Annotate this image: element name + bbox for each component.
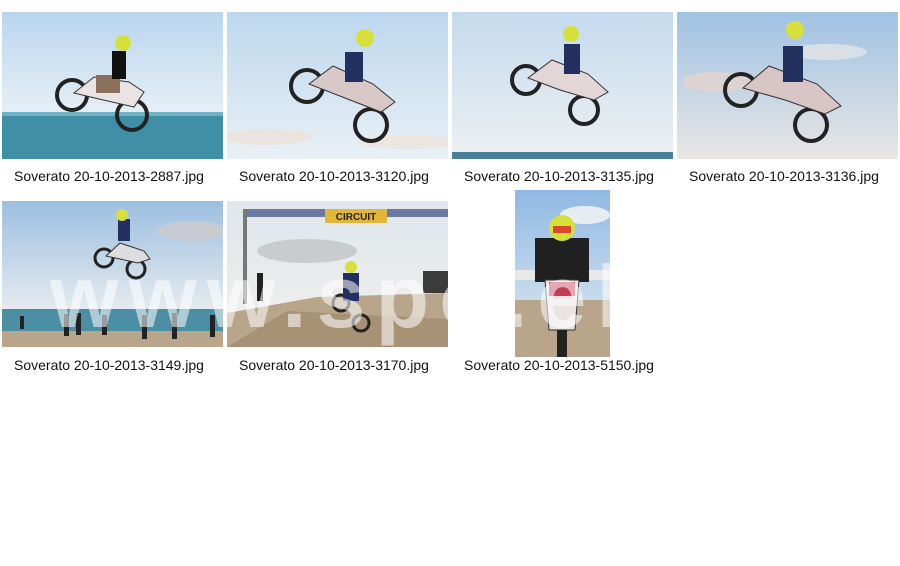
thumbnail-caption[interactable]: Soverato 20-10-2013-3149.jpg — [14, 357, 204, 373]
photo-2887 — [2, 12, 223, 159]
thumbnail-caption[interactable]: Soverato 20-10-2013-3136.jpg — [689, 168, 879, 184]
photo-3136 — [677, 12, 898, 159]
thumbnail-caption[interactable]: Soverato 20-10-2013-2887.jpg — [14, 168, 204, 184]
thumbnail-3136[interactable] — [677, 12, 898, 159]
thumbnail-5150[interactable] — [515, 190, 610, 357]
banner-text: CIRCUIT — [336, 212, 377, 223]
thumbnail-caption[interactable]: Soverato 20-10-2013-5150.jpg — [464, 357, 654, 373]
thumbnail-caption[interactable]: Soverato 20-10-2013-3135.jpg — [464, 168, 654, 184]
photo-3170: CIRCUIT — [227, 201, 448, 347]
thumbnail-3135[interactable] — [452, 12, 673, 159]
photo-3135 — [452, 12, 673, 159]
thumbnail-caption[interactable]: Soverato 20-10-2013-3120.jpg — [239, 168, 429, 184]
thumbnail-3170[interactable]: CIRCUIT — [227, 201, 448, 347]
thumbnail-3149[interactable] — [2, 201, 223, 347]
thumbnail-3120[interactable] — [227, 12, 448, 159]
photo-3120 — [227, 12, 448, 159]
photo-5150 — [515, 190, 610, 357]
thumbnail-2887[interactable] — [2, 12, 223, 159]
photo-3149 — [2, 201, 223, 347]
thumbnail-caption[interactable]: Soverato 20-10-2013-3170.jpg — [239, 357, 429, 373]
